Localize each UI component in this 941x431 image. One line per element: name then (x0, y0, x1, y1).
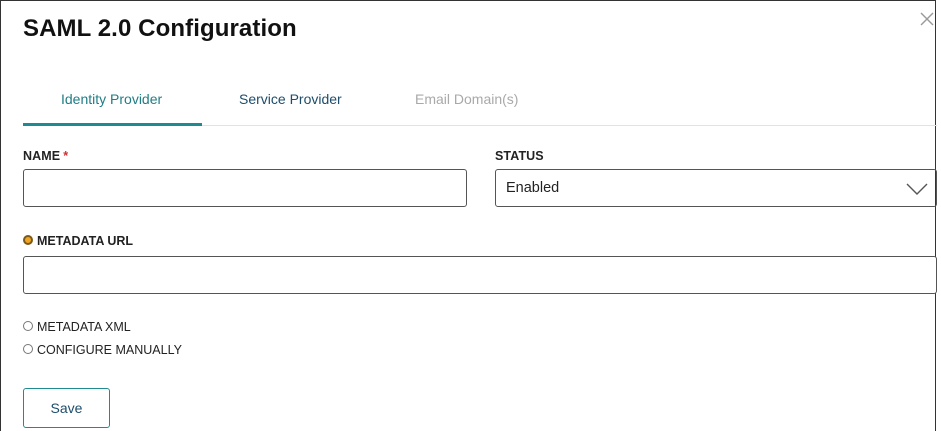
tab-bar: Identity Provider Service Provider Email… (23, 81, 937, 126)
active-tab-indicator (23, 123, 202, 126)
tab-identity-provider[interactable]: Identity Provider (61, 91, 162, 107)
radio-selected-icon (23, 235, 33, 245)
radio-metadata-xml[interactable]: METADATA XML (23, 320, 163, 334)
status-label: STATUS (495, 149, 544, 163)
tab-service-provider[interactable]: Service Provider (239, 91, 342, 107)
name-label: NAME * (23, 149, 68, 163)
radio-metadata-url[interactable]: METADATA URL (23, 234, 143, 248)
radio-metadata-xml-label: METADATA XML (37, 320, 131, 334)
dialog-title: SAML 2.0 Configuration (23, 15, 297, 42)
save-button[interactable]: Save (23, 388, 110, 428)
status-select[interactable]: Enabled (495, 169, 937, 207)
radio-configure-manually-label: CONFIGURE MANUALLY (37, 343, 182, 357)
required-marker: * (63, 149, 69, 163)
metadata-url-input[interactable] (23, 256, 937, 294)
radio-unselected-icon (23, 344, 33, 354)
radio-metadata-url-label: METADATA URL (37, 234, 134, 248)
chevron-down-icon (906, 183, 928, 195)
close-icon[interactable] (919, 11, 935, 27)
name-label-text: NAME (23, 149, 61, 163)
saml-config-dialog: SAML 2.0 Configuration Identity Provider… (0, 0, 937, 431)
tab-email-domains: Email Domain(s) (415, 91, 519, 107)
radio-configure-manually[interactable]: CONFIGURE MANUALLY (23, 343, 183, 357)
status-selected-value: Enabled (506, 180, 560, 196)
name-input[interactable] (23, 169, 467, 207)
radio-unselected-icon (23, 321, 33, 331)
